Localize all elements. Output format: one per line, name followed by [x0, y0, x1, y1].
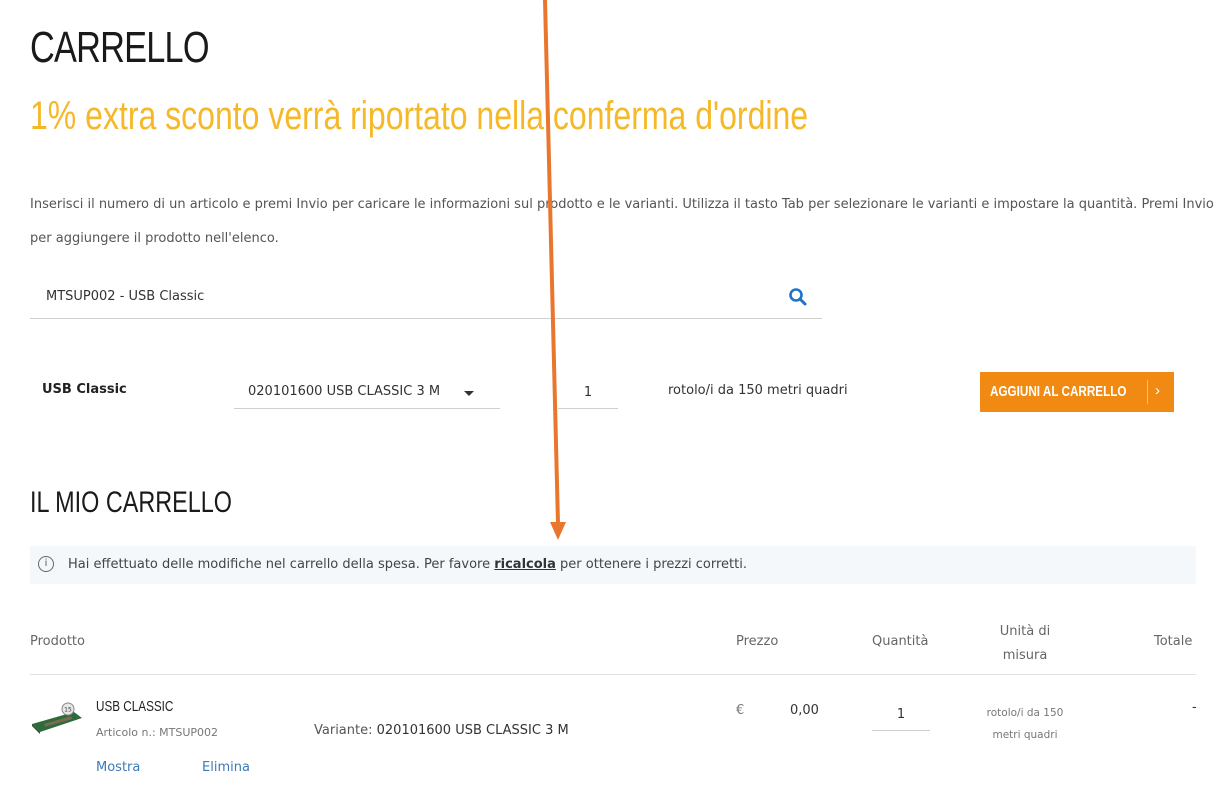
variant-label: Variante:	[314, 723, 373, 738]
instructions-text: Inserisci il numero di un articolo e pre…	[30, 197, 1214, 246]
delete-link[interactable]: Elimina	[202, 760, 250, 775]
header-unit-line2: misura	[1002, 648, 1048, 663]
page-title: CARRELLO	[30, 23, 210, 72]
cart-item-sku: Articolo n.: MTSUP002	[96, 726, 219, 739]
quantity-input[interactable]: 1	[558, 378, 618, 409]
price-currency: €	[736, 703, 745, 718]
promo-banner: 1% extra sconto verrà riportato nella co…	[30, 94, 809, 138]
variant-select[interactable]: 020101600 USB CLASSIC 3 M	[234, 378, 500, 409]
product-search[interactable]	[30, 276, 822, 319]
cart-item-unit-line1: rotolo/i da 150	[986, 707, 1064, 719]
recalculate-notice: i Hai effettuato delle modifiche nel car…	[30, 546, 1196, 584]
notice-text-after: per ottenere i prezzi corretti.	[555, 557, 747, 572]
cart-item-unit: rotolo/i da 150 metri quadri	[962, 702, 1088, 746]
variant-select-value: 020101600 USB CLASSIC 3 M	[248, 384, 441, 399]
cart-item-total: -	[1192, 700, 1197, 715]
header-unit: Unità di misura	[962, 620, 1088, 668]
cart-item-variant: Variante: 020101600 USB CLASSIC 3 M	[314, 723, 569, 738]
header-unit-line1: Unità di	[999, 624, 1051, 639]
add-to-cart-button[interactable]: AGGIUNI AL CARRELLO ›	[980, 372, 1174, 412]
table-divider	[30, 674, 1196, 675]
price-value: 0,00	[790, 703, 819, 718]
chevron-right-icon: ›	[1155, 382, 1160, 399]
notice-text-before: Hai effettuato delle modifiche nel carre…	[68, 557, 495, 572]
search-icon[interactable]	[788, 287, 808, 307]
header-quantity: Quantità	[872, 634, 929, 649]
cart-title: IL MIO CARRELLO	[30, 486, 232, 519]
notice-text: Hai effettuato delle modifiche nel carre…	[68, 557, 747, 572]
cart-item-name: USB CLASSIC	[96, 698, 174, 715]
chevron-down-icon[interactable]	[464, 391, 474, 396]
cart-item-quantity-input[interactable]: 1	[872, 700, 930, 731]
recalculate-link[interactable]: ricalcola	[494, 557, 556, 572]
info-icon: i	[38, 556, 54, 572]
button-divider	[1147, 380, 1148, 404]
cart-item-unit-line2: metri quadri	[992, 729, 1058, 741]
unit-label: rotolo/i da 150 metri quadri	[668, 383, 848, 398]
product-thumbnail: 15	[32, 702, 82, 734]
variant-value: 020101600 USB CLASSIC 3 M	[376, 723, 569, 738]
header-total: Totale	[1154, 634, 1193, 649]
svg-text:15: 15	[64, 707, 72, 714]
search-input[interactable]	[30, 276, 786, 316]
header-product: Prodotto	[30, 634, 85, 649]
quick-add-product-label: USB Classic	[42, 382, 127, 397]
show-link[interactable]: Mostra	[96, 760, 140, 775]
add-to-cart-label: AGGIUNI AL CARRELLO	[990, 383, 1127, 400]
header-price: Prezzo	[736, 634, 779, 649]
